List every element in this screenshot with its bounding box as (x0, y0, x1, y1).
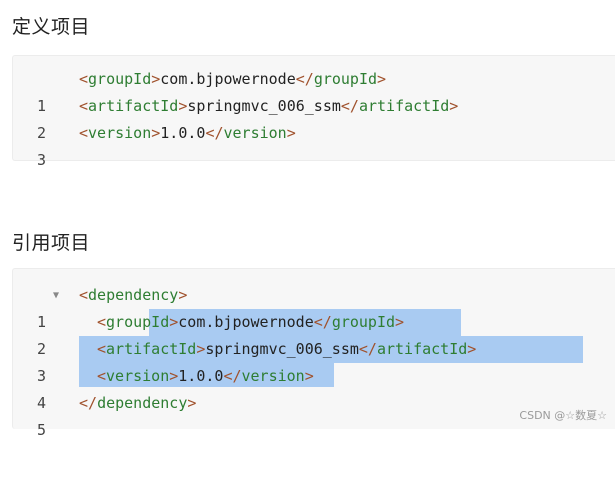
code-content: <dependency> (79, 286, 188, 304)
code-line: 1 <groupId>com.bjpowernode</groupId> (13, 66, 615, 115)
code-content: <artifactId>springmvc_006_ssm</artifactI… (79, 97, 459, 115)
code-content: </dependency> (79, 394, 197, 412)
section-heading-reference-project: 引用项目 (12, 232, 91, 254)
code-block-reference-project: 1 ▼ <dependency> 2 <groupId>com.bjpowern… (12, 268, 615, 439)
watermark: CSDN @☆数夏☆ (519, 409, 607, 422)
section-heading-define-project: 定义项目 (12, 16, 91, 38)
code-line: 4 <version>1.0.0</version> (13, 363, 615, 412)
code-line: 1 ▼ <dependency> (13, 282, 615, 331)
code-line: 2 <groupId>com.bjpowernode</groupId> (13, 309, 615, 358)
line-number: 3 (36, 151, 46, 169)
code-content: <version>1.0.0</version> (97, 367, 314, 385)
code-line: 3 <version>1.0.0</version> (13, 120, 615, 169)
code-content: <groupId>com.bjpowernode</groupId> (97, 313, 405, 331)
code-line: 2 <artifactId>springmvc_006_ssm</artifac… (13, 93, 615, 142)
code-block-define-project: 1 <groupId>com.bjpowernode</groupId> 2 <… (12, 55, 615, 169)
fold-toggle-icon[interactable]: ▼ (53, 282, 59, 309)
code-line: 3 <artifactId>springmvc_006_ssm</artifac… (13, 336, 615, 385)
line-number: 5 (36, 421, 46, 439)
code-content: <groupId>com.bjpowernode</groupId> (79, 70, 387, 88)
code-content: <version>1.0.0</version> (79, 124, 296, 142)
code-content: <artifactId>springmvc_006_ssm</artifactI… (97, 340, 477, 358)
